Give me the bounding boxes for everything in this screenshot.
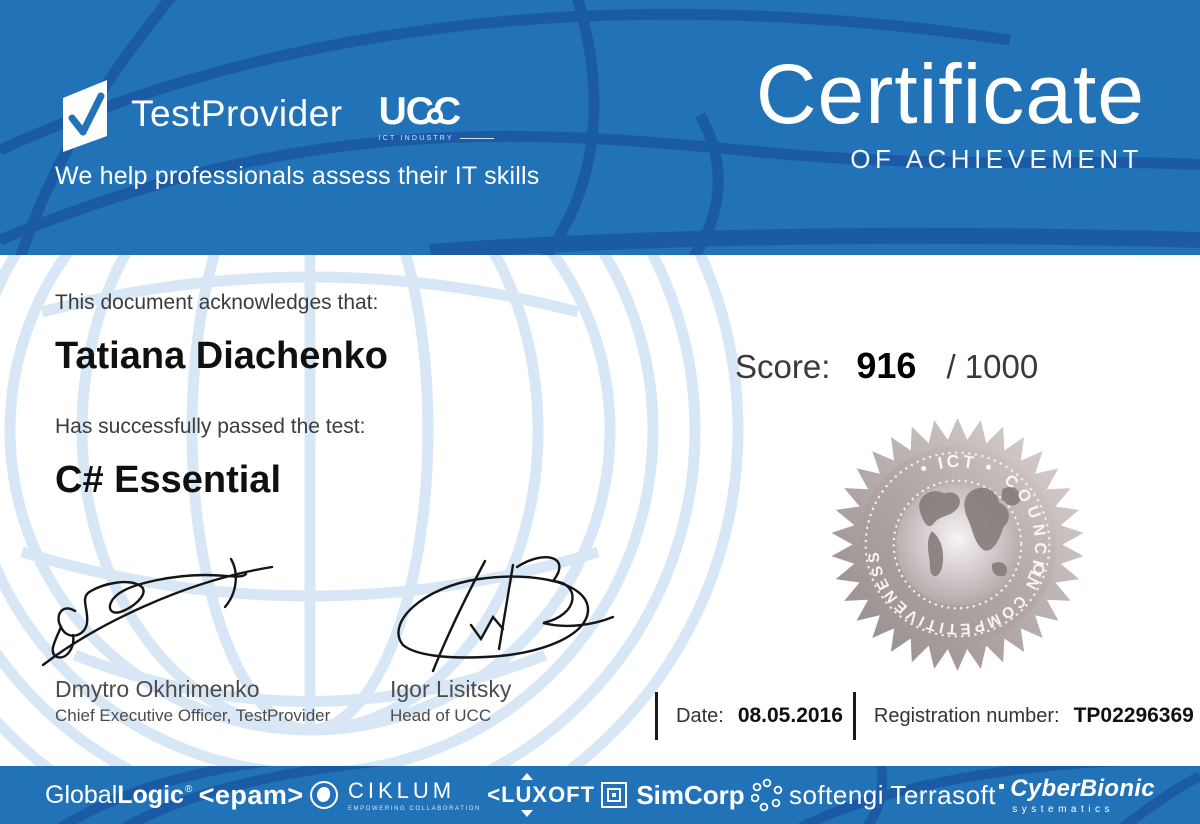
- header-band: TestProvider UCC ICT INDUSTRY We help pr…: [0, 0, 1200, 255]
- score-value: 916: [856, 345, 917, 386]
- test-name: C# Essential: [55, 459, 281, 501]
- terrasoft-logo: Terrasoft: [890, 780, 1004, 811]
- globallogic-text-bold: Logic: [117, 780, 184, 809]
- main-content: This document acknowledges that: Tatiana…: [0, 255, 1200, 766]
- testprovider-check-icon: [63, 80, 107, 152]
- cyberbionic-subtext: systematics: [1012, 804, 1114, 815]
- seal: • ICT • COUNCIL ON COMPETITIVENESS: [830, 417, 1085, 672]
- ciklum-tagline: EMPOWERING COLLABORATION: [347, 806, 481, 812]
- divider-bar: [852, 692, 856, 740]
- acknowledge-label: This document acknowledges that:: [55, 291, 379, 314]
- score-row: Score: 916 / 1000: [735, 345, 1038, 387]
- registration-label: Registration number:: [873, 704, 1060, 727]
- terrasoft-mark-icon: [998, 783, 1004, 789]
- simcorp-logo: SimCorp: [601, 779, 745, 811]
- passed-label: Has successfully passed the test:: [55, 415, 366, 438]
- simcorp-square-icon: [601, 782, 628, 808]
- divider-bar: [655, 692, 658, 740]
- certificate: TestProvider UCC ICT INDUSTRY We help pr…: [0, 0, 1200, 824]
- footer-band: Global Logic ® <epam> CIKLUM EMPOWERING CO…: [0, 766, 1200, 824]
- ciklum-text: CIKLUM: [347, 778, 456, 803]
- ucc-divider-line: [459, 137, 494, 139]
- tagline: We help professionals assess their IT sk…: [55, 162, 540, 190]
- epam-text: <epam>: [198, 779, 304, 810]
- cyberbionic-logo: CyberBionic systematics: [1010, 775, 1155, 815]
- signature-lisitsky-icon: [397, 556, 615, 673]
- softengi-text: softengi: [788, 779, 885, 810]
- ciklum-logo: CIKLUM EMPOWERING COLLABORATION: [309, 778, 481, 812]
- meta-row: Date: 08.05.2016 Registration number: TP…: [655, 691, 1194, 741]
- certificate-subtitle: OF ACHIEVEMENT: [850, 144, 1143, 174]
- score-label: Score:: [735, 348, 831, 385]
- certificate-title: Certificate: [755, 47, 1145, 141]
- partner-logos: Global Logic ® <epam> CIKLUM EMPOWERING CO…: [0, 766, 1200, 824]
- globallogic-trademark: ®: [184, 783, 193, 795]
- globallogic-logo: Global Logic ®: [45, 781, 192, 810]
- terrasoft-text: Terrasoft: [890, 779, 996, 810]
- globallogic-text: Global: [45, 780, 118, 809]
- signer-name: Dmytro Okhrimenko: [55, 676, 260, 702]
- signer-title: Chief Executive Officer, TestProvider: [55, 706, 331, 725]
- date-label: Date:: [676, 704, 724, 727]
- softengi-molecule-icon: [750, 778, 783, 812]
- ciklum-brain-icon: [309, 781, 338, 809]
- luxoft-logo: < LUXOFT: [487, 773, 596, 817]
- signer-title: Head of UCC: [390, 706, 492, 725]
- title-block: Certificate OF ACHIEVEMENT: [756, 52, 1145, 175]
- brand-row: TestProvider UCC ICT INDUSTRY: [55, 76, 494, 152]
- epam-logo: <epam>: [199, 780, 304, 811]
- signer-name: Igor Lisitsky: [390, 676, 512, 702]
- luxoft-chevron-down-icon: [521, 810, 534, 817]
- signature-okhrimenko-icon: [41, 557, 274, 667]
- luxoft-chevron-up-icon: [521, 773, 534, 780]
- score-total: / 1000: [946, 348, 1039, 385]
- softengi-logo: softengi: [750, 778, 885, 812]
- brand-name: TestProvider: [131, 93, 343, 134]
- ucc-dot-icon: [431, 112, 440, 121]
- registration-value: TP02296369: [1073, 704, 1194, 727]
- cyberbionic-text: CyberBionic: [1010, 775, 1155, 802]
- ucc-subtext: ICT INDUSTRY: [378, 134, 454, 142]
- luxoft-bracket: <: [487, 782, 502, 807]
- luxoft-text: LUXOFT: [501, 782, 596, 807]
- date-value: 08.05.2016: [737, 704, 843, 727]
- recipient-name: Tatiana Diachenko: [55, 335, 388, 377]
- ucc-logo: UCC ICT INDUSTRY: [378, 92, 494, 142]
- simcorp-text: SimCorp: [636, 779, 745, 810]
- ict-council-seal-icon: • ICT • COUNCIL ON COMPETITIVENESS: [831, 418, 1084, 671]
